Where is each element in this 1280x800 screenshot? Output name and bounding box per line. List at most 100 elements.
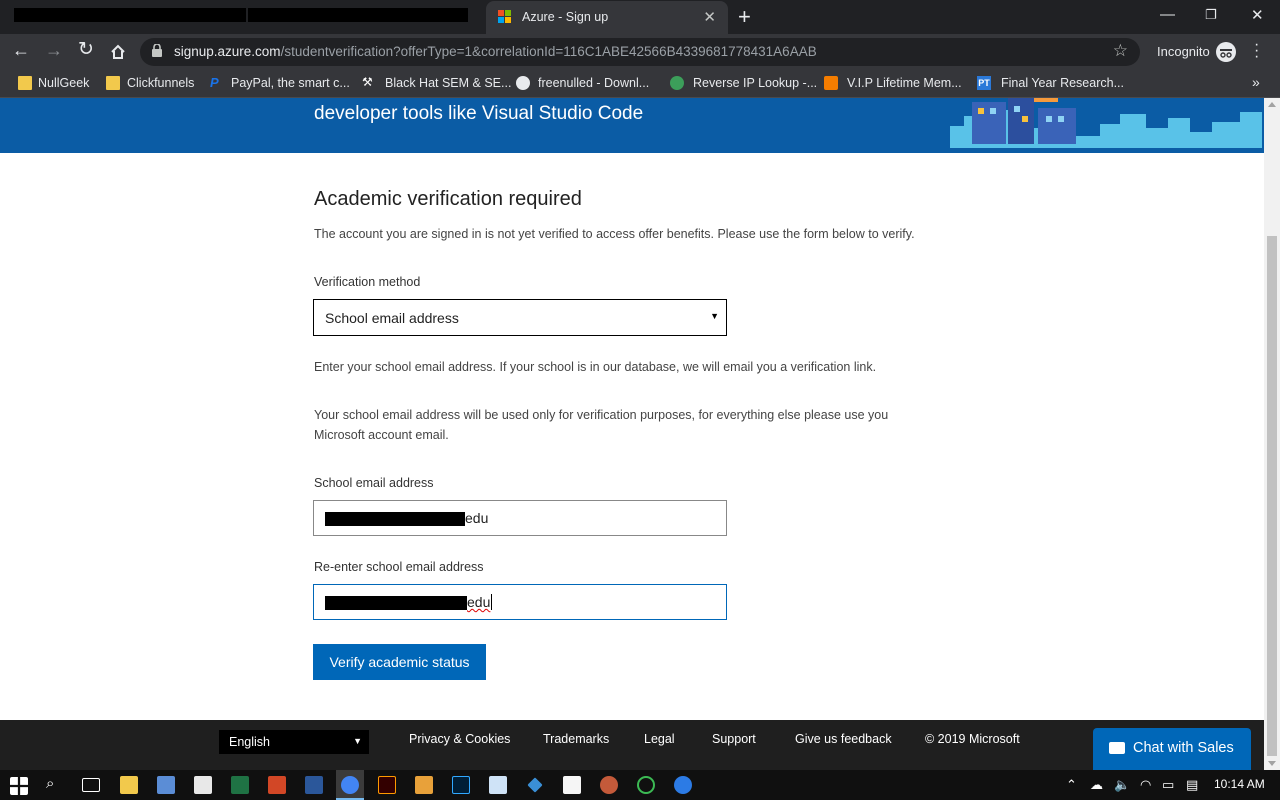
volume-icon[interactable]: 🔈 [1114, 777, 1130, 793]
sublime-icon[interactable] [415, 776, 433, 794]
tray-expand-icon[interactable]: ⌃ [1066, 777, 1077, 793]
blogger-icon [824, 76, 838, 90]
photoshop-icon[interactable] [452, 776, 470, 794]
notepad-icon[interactable] [157, 776, 175, 794]
folder-icon [18, 76, 32, 90]
game-app-icon[interactable] [600, 776, 618, 794]
windows-taskbar: ⌕ ⌃ ☁ 🔈 ◠ ▭ ▤ 10:14 AM [0, 770, 1280, 800]
tab-azure-signup[interactable]: Azure - Sign up ✕ [486, 1, 728, 34]
taskbar-clock[interactable]: 10:14 AM [1214, 777, 1265, 791]
verification-method-value: School email address [325, 310, 459, 326]
chrome-icon [341, 776, 359, 794]
file-explorer-icon[interactable] [120, 776, 138, 794]
task-view-icon[interactable] [82, 778, 100, 792]
more-bookmarks-icon[interactable]: » [1252, 74, 1260, 90]
bookmark-paypal[interactable]: PayPal, the smart c... [231, 76, 350, 90]
illustrator-icon[interactable] [378, 776, 396, 794]
bookmark-freenulled[interactable]: freenulled - Downl... [538, 76, 649, 90]
page-scrollbar[interactable] [1264, 98, 1280, 770]
school-email-label: School email address [314, 476, 434, 490]
folder-icon [106, 76, 120, 90]
tab-inactive[interactable] [0, 0, 486, 34]
scroll-up-icon[interactable] [1268, 102, 1276, 107]
excel-icon[interactable] [231, 776, 249, 794]
powerpoint-icon[interactable] [268, 776, 286, 794]
dropdown-arrow-icon: ▼ [710, 311, 719, 321]
footer-link-privacy[interactable]: Privacy & Cookies [409, 732, 510, 746]
reenter-email-suffix: edu [467, 594, 493, 610]
bookmark-nullgeek[interactable]: NullGeek [38, 76, 89, 90]
search-icon[interactable]: ⌕ [46, 775, 54, 792]
lock-icon [152, 44, 162, 57]
verification-method-select[interactable]: School email address ▼ [313, 299, 727, 336]
restore-icon[interactable]: ❐ [1205, 7, 1217, 23]
scroll-thumb[interactable] [1267, 236, 1277, 756]
document-app-icon[interactable] [563, 776, 581, 794]
bookmark-vip[interactable]: V.I.P Lifetime Mem... [847, 76, 962, 90]
back-icon[interactable]: ← [12, 40, 30, 61]
store-icon[interactable] [194, 776, 212, 794]
network-app-icon[interactable]: ☁ [1090, 777, 1103, 793]
incognito-icon[interactable] [1216, 42, 1236, 62]
browser-toolbar: ← → ↻ signup.azure.com/studentverificati… [0, 34, 1280, 70]
reenter-email-label: Re-enter school email address [314, 560, 484, 574]
forward-icon[interactable]: → [45, 40, 63, 61]
bookmark-reverse-ip[interactable]: Reverse IP Lookup -... [693, 76, 817, 90]
address-bar[interactable]: signup.azure.com/studentverification?off… [140, 38, 1140, 66]
browser-app-icon[interactable] [674, 776, 692, 794]
wifi-icon[interactable]: ◠ [1140, 777, 1151, 793]
city-illustration-icon [950, 98, 1262, 148]
windows-start-icon[interactable] [10, 777, 28, 795]
paypal-icon: P [210, 75, 219, 90]
footer-link-support[interactable]: Support [712, 732, 756, 746]
incognito-label: Incognito [1157, 44, 1210, 59]
minimize-icon[interactable]: — [1160, 6, 1175, 23]
home-icon[interactable] [110, 44, 126, 60]
chat-with-sales-button[interactable]: Chat with Sales [1093, 728, 1251, 770]
page-title: Academic verification required [314, 188, 582, 210]
help-text-privacy: Your school email address will be used o… [314, 408, 889, 442]
tab-title: Azure - Sign up [522, 10, 609, 24]
language-select[interactable]: English ▼ [219, 730, 369, 754]
window-app-icon[interactable] [489, 776, 507, 794]
pt-icon: PT [977, 76, 991, 90]
chrome-taskbar-button[interactable] [336, 770, 364, 800]
footer-link-feedback[interactable]: Give us feedback [795, 732, 892, 746]
scroll-down-icon[interactable] [1268, 761, 1276, 766]
menu-icon[interactable]: · · · [1254, 37, 1259, 65]
bookmark-final-year[interactable]: Final Year Research... [1001, 76, 1124, 90]
footer-link-legal[interactable]: Legal [644, 732, 675, 746]
intro-text: The account you are signed in is not yet… [314, 227, 915, 241]
close-tab-icon[interactable]: ✕ [703, 8, 716, 26]
redacted-tab-title [248, 8, 468, 22]
bookmarks-bar: NullGeek Clickfunnels P PayPal, the smar… [0, 70, 1280, 98]
url-text: signup.azure.com/studentverification?off… [174, 44, 817, 59]
language-value: English [229, 735, 270, 749]
reload-icon[interactable]: ↻ [78, 38, 94, 61]
action-center-icon[interactable]: ▤ [1186, 777, 1198, 793]
page-footer: English ▼ Privacy & Cookies Trademarks L… [0, 720, 1264, 770]
reenter-email-input[interactable]: edu [313, 584, 727, 620]
globe-icon [670, 76, 684, 90]
pen-app-icon[interactable] [527, 777, 543, 793]
blackhat-icon: ⚒ [362, 75, 373, 89]
battery-icon[interactable]: ▭ [1162, 777, 1174, 793]
copyright-text: © 2019 Microsoft [925, 732, 1020, 746]
redacted-email [325, 596, 467, 610]
word-icon[interactable] [305, 776, 323, 794]
utorrent-icon[interactable] [637, 776, 655, 794]
verification-method-label: Verification method [314, 275, 421, 289]
new-tab-icon[interactable]: + [738, 4, 751, 30]
help-text-verification-link: Enter your school email address. If your… [314, 360, 877, 374]
bookmark-star-icon[interactable]: ☆ [1113, 41, 1128, 61]
school-email-input[interactable]: edu [313, 500, 727, 536]
bookmark-clickfunnels[interactable]: Clickfunnels [127, 76, 194, 90]
dropdown-arrow-icon: ▼ [353, 736, 362, 746]
verify-academic-status-button[interactable]: Verify academic status [313, 644, 486, 680]
microsoft-logo-icon [498, 10, 512, 24]
footer-link-trademarks[interactable]: Trademarks [543, 732, 609, 746]
bookmark-blackhat[interactable]: Black Hat SEM & SE... [385, 76, 511, 90]
close-window-icon[interactable]: ✕ [1251, 6, 1264, 24]
tab-strip: Azure - Sign up ✕ + — ❐ ✕ [0, 0, 1280, 34]
hero-text: developer tools like Visual Studio Code [314, 103, 644, 124]
